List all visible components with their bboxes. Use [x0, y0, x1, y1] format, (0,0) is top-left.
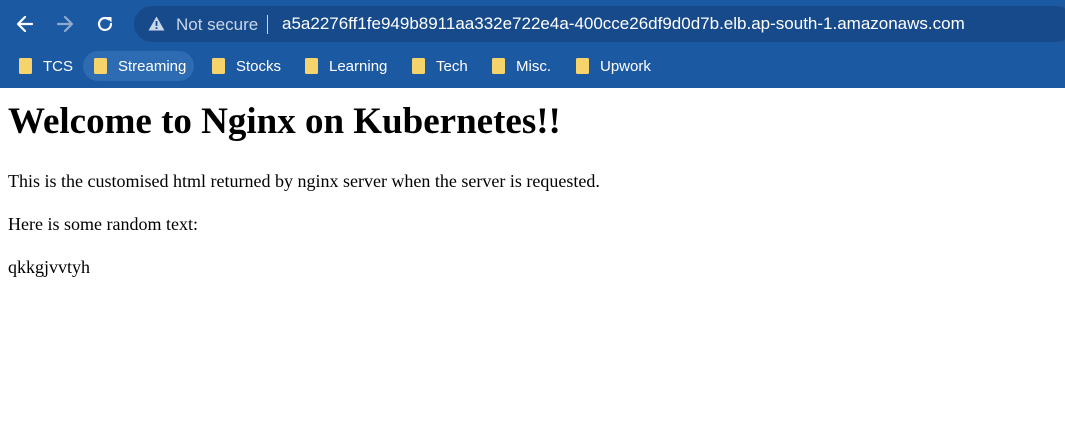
bookmark-label: Misc.	[516, 57, 551, 75]
arrow-left-icon	[16, 15, 34, 33]
bookmark-label: Upwork	[600, 57, 651, 75]
bookmark-misc[interactable]: Misc.	[491, 51, 551, 81]
back-button[interactable]	[10, 9, 40, 39]
bookmark-stocks[interactable]: Stocks	[211, 51, 281, 81]
address-bar[interactable]: Not secure a5a2276ff1fe949b8911aa332e722…	[134, 6, 1065, 42]
forward-button[interactable]	[50, 9, 80, 39]
bookmark-tcs[interactable]: TCS	[18, 51, 73, 81]
bookmark-label: Streaming	[118, 57, 187, 75]
address-divider	[267, 15, 268, 34]
bookmarks-bar: TCS Streaming Stocks Learning Tech Misc.…	[0, 48, 1065, 88]
url-text[interactable]: a5a2276ff1fe949b8911aa332e722e4a-400cce2…	[282, 14, 965, 34]
folder-icon	[305, 58, 318, 74]
bookmark-label: TCS	[43, 57, 73, 75]
folder-icon	[576, 58, 589, 74]
arrow-right-icon	[56, 15, 74, 33]
folder-icon	[412, 58, 425, 74]
folder-icon	[492, 58, 505, 74]
reload-icon	[97, 16, 113, 32]
bookmark-learning[interactable]: Learning	[304, 51, 387, 81]
bookmark-label: Learning	[329, 57, 388, 75]
bookmark-upwork[interactable]: Upwork	[575, 51, 651, 81]
reload-button[interactable]	[90, 9, 120, 39]
bookmark-label: Tech	[436, 57, 468, 75]
paragraph-intro: Here is some random text:	[8, 214, 198, 234]
warning-icon	[148, 16, 165, 31]
bookmark-tech[interactable]: Tech	[411, 51, 468, 81]
browser-toolbar: Not secure a5a2276ff1fe949b8911aa332e722…	[0, 0, 1065, 48]
page-content: Welcome to Nginx on Kubernetes!! This is…	[8, 88, 1057, 278]
folder-icon	[212, 58, 225, 74]
bookmark-label: Stocks	[236, 57, 282, 75]
bookmark-streaming[interactable]: Streaming	[83, 51, 195, 81]
folder-icon	[94, 58, 107, 74]
browser-chrome: Not secure a5a2276ff1fe949b8911aa332e722…	[0, 0, 1065, 88]
folder-icon	[19, 58, 32, 74]
page-heading: Welcome to Nginx on Kubernetes!!	[8, 101, 561, 142]
paragraph-random-text: qkkgjvvtyh	[8, 257, 91, 277]
security-status[interactable]: Not secure	[176, 15, 258, 35]
paragraph-description: This is the customised html returned by …	[8, 171, 600, 191]
